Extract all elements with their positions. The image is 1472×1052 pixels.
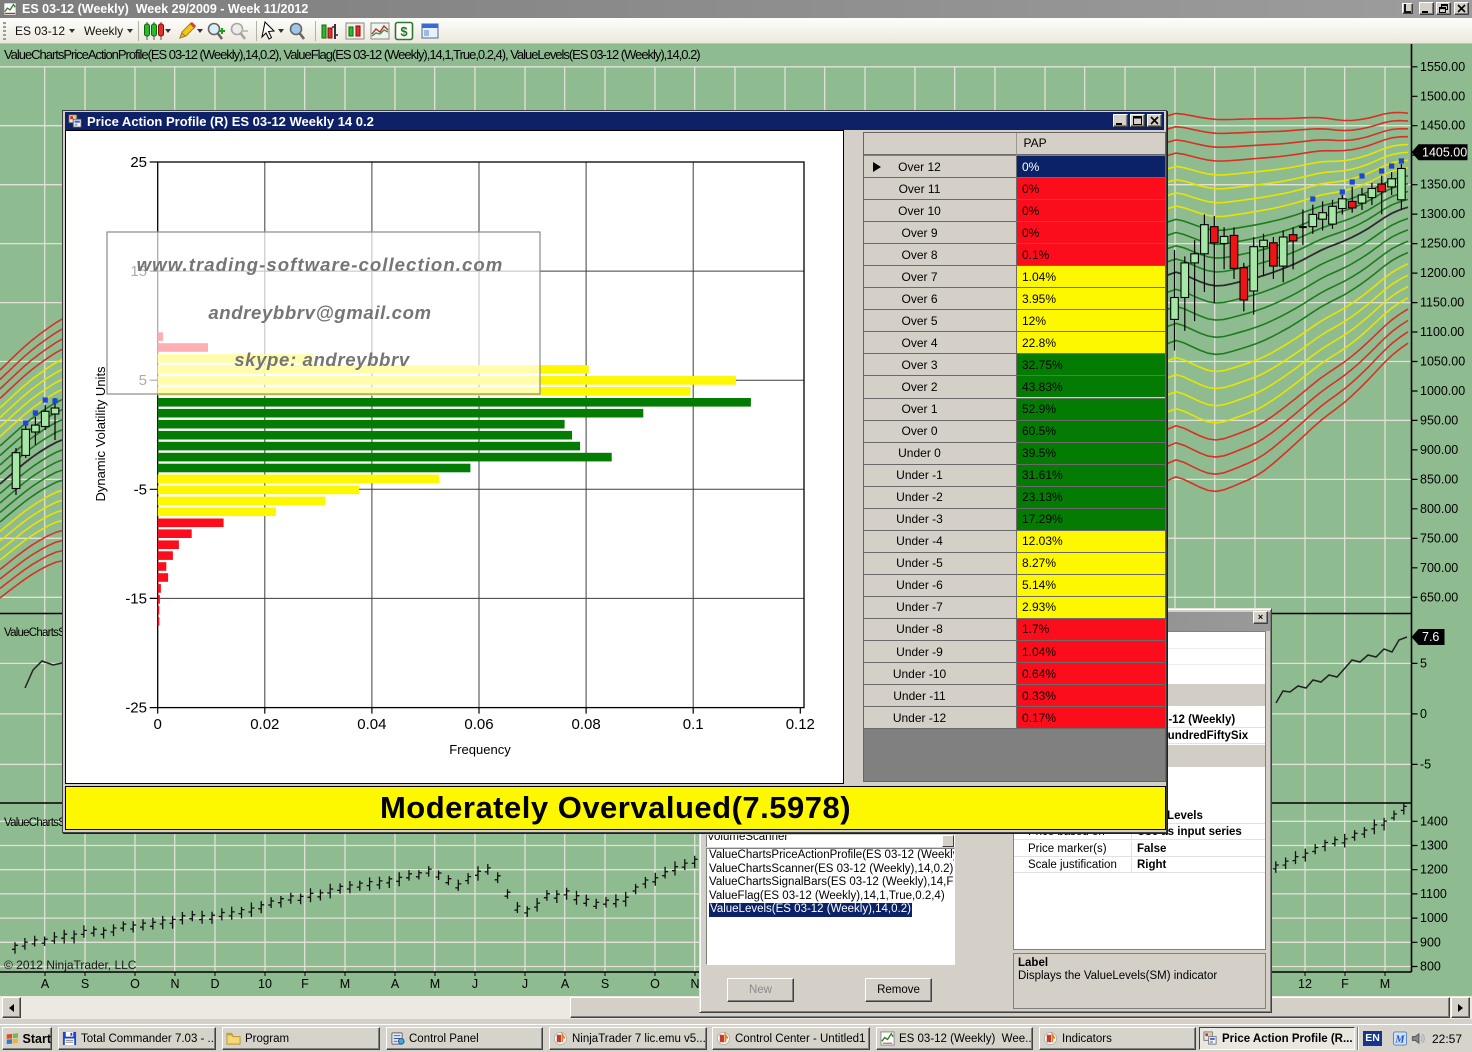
svg-text:ValueChartsPriceActionProfile(: ValueChartsPriceActionProfile(ES 03-12 (…	[4, 47, 700, 62]
svg-text:A: A	[561, 977, 570, 991]
svg-text:www.trading-software-collectio: www.trading-software-collection.com	[137, 254, 504, 275]
svg-text:1200: 1200	[1420, 863, 1448, 877]
svg-text:-15: -15	[125, 590, 147, 607]
svg-text:N: N	[170, 977, 179, 991]
svg-text:1100.00: 1100.00	[1420, 325, 1464, 339]
svg-text:1250.00: 1250.00	[1420, 237, 1465, 251]
svg-text:1050.00: 1050.00	[1420, 355, 1465, 369]
svg-text:J: J	[472, 977, 478, 991]
svg-text:andreybbrv@gmail.com: andreybbrv@gmail.com	[208, 302, 431, 323]
svg-text:M: M	[1394, 1034, 1405, 1045]
svg-text:1300.00: 1300.00	[1420, 207, 1465, 221]
svg-text:1100: 1100	[1420, 887, 1447, 901]
svg-text:A: A	[41, 977, 50, 991]
svg-text:7.6: 7.6	[1422, 630, 1439, 644]
svg-text:O: O	[650, 977, 660, 991]
svg-text:0: 0	[154, 716, 162, 733]
svg-text:1000: 1000	[1420, 911, 1448, 925]
svg-text:0.08: 0.08	[571, 716, 600, 733]
svg-text:F: F	[301, 977, 309, 991]
svg-text:J: J	[522, 977, 528, 991]
svg-text:0.1: 0.1	[683, 716, 704, 733]
svg-text:1300: 1300	[1420, 839, 1448, 853]
svg-text:0: 0	[1420, 707, 1427, 721]
svg-text:skype: andreybbrv: skype: andreybbrv	[234, 349, 411, 370]
svg-text:F: F	[1341, 977, 1349, 991]
svg-text:0.04: 0.04	[357, 716, 386, 733]
svg-text:1500.00: 1500.00	[1420, 89, 1465, 103]
svg-text:M: M	[1380, 977, 1390, 991]
svg-text:-5: -5	[1420, 757, 1431, 771]
svg-text:700.00: 700.00	[1420, 561, 1458, 575]
svg-text:A: A	[391, 977, 400, 991]
svg-text:$: $	[401, 24, 409, 39]
svg-text:900.00: 900.00	[1420, 443, 1458, 457]
svg-text:750.00: 750.00	[1420, 531, 1458, 545]
svg-text:1000.00: 1000.00	[1420, 384, 1465, 398]
svg-text:850.00: 850.00	[1420, 472, 1458, 486]
svg-text:S: S	[81, 977, 89, 991]
svg-text:-5: -5	[134, 481, 147, 498]
svg-text:M: M	[340, 977, 350, 991]
svg-text:1350.00: 1350.00	[1420, 178, 1465, 192]
svg-text:D: D	[210, 977, 219, 991]
svg-text:Frequency: Frequency	[449, 742, 511, 757]
svg-text:10: 10	[258, 977, 272, 991]
svg-text:900: 900	[1420, 935, 1441, 949]
svg-text:950.00: 950.00	[1420, 413, 1458, 427]
svg-text:1200.00: 1200.00	[1420, 266, 1465, 280]
svg-text:650.00: 650.00	[1420, 590, 1458, 604]
svg-text:12: 12	[1298, 977, 1312, 991]
svg-text:O: O	[130, 977, 140, 991]
svg-text:0.02: 0.02	[250, 716, 279, 733]
svg-text:Dynamic Volatility Units: Dynamic Volatility Units	[93, 366, 108, 502]
svg-text:1550.00: 1550.00	[1420, 60, 1465, 74]
svg-text:S: S	[601, 977, 609, 991]
svg-text:1400: 1400	[1420, 814, 1448, 828]
svg-text:M: M	[430, 977, 440, 991]
svg-text:© 2012 NinjaTrader, LLC: © 2012 NinjaTrader, LLC	[4, 958, 137, 972]
svg-text:-25: -25	[125, 700, 147, 717]
svg-text:0.06: 0.06	[464, 716, 493, 733]
svg-text:25: 25	[130, 154, 147, 171]
svg-text:1405.00: 1405.00	[1422, 145, 1467, 159]
svg-text:1450.00: 1450.00	[1420, 119, 1465, 133]
svg-text:800.00: 800.00	[1420, 502, 1458, 516]
svg-text:1150.00: 1150.00	[1420, 296, 1464, 310]
svg-text:5: 5	[1420, 656, 1427, 670]
svg-text:0.12: 0.12	[786, 716, 815, 733]
svg-text:800: 800	[1420, 960, 1441, 974]
